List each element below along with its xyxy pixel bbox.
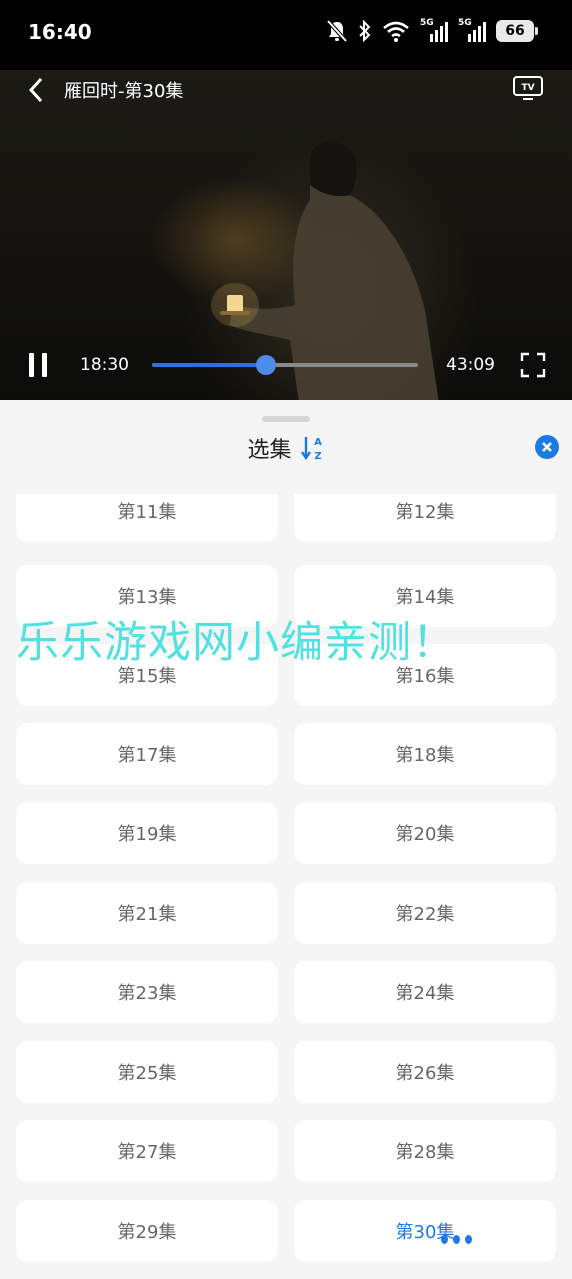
episode-item[interactable]: 第22集 [294,882,556,944]
episode-label: 第27集 [117,1142,177,1163]
progress-bar[interactable] [152,355,418,375]
episode-label: 第26集 [395,1063,455,1084]
player-controls: 18:30 43:09 [0,340,572,392]
close-icon [542,442,552,452]
current-time: 18:30 [80,355,129,375]
status-bar: 16:40 5G 5G 66 [0,0,572,70]
episode-label: 第17集 [117,745,177,766]
episode-item[interactable]: 第25集 [16,1041,278,1103]
status-icons: 5G 5G 66 [326,18,538,44]
pause-button[interactable] [26,352,50,378]
player-top-bar: 雁回时-第30集 TV [0,70,572,110]
video-title: 雁回时-第30集 [64,81,184,102]
episode-label: 第13集 [117,587,177,608]
episode-label: 第18集 [395,745,455,766]
video-player[interactable]: 雁回时-第30集 TV 18:30 43:09 [0,70,572,400]
episode-label: 第22集 [395,904,455,925]
chevron-left-icon [28,77,43,103]
playing-indicator-icon [441,1235,472,1244]
total-time: 43:09 [446,355,495,375]
episode-item[interactable]: 第18集 [294,723,556,785]
episode-item[interactable]: 第12集 [294,494,556,542]
bluetooth-icon [359,19,371,43]
episode-label: 第20集 [395,824,455,845]
episode-label: 第25集 [117,1063,177,1084]
progress-fill [152,363,267,367]
cast-tv-button[interactable]: TV [512,74,544,102]
episode-sheet: 选集 A Z 第11集 第12集 第13集 第14集 第15集 第16集 第17… [0,400,572,1279]
episode-label: 第29集 [117,1222,177,1243]
sheet-handle[interactable] [262,416,310,422]
episode-item[interactable]: 第23集 [16,961,278,1023]
episode-item-current[interactable]: 第30集 [294,1200,556,1262]
episode-item[interactable]: 第19集 [16,802,278,864]
sheet-header: 选集 A Z [0,432,572,468]
sort-az-icon[interactable]: A Z [300,434,325,462]
watermark-text: 乐乐游戏网小编亲测！ [16,618,456,668]
episode-item[interactable]: 第27集 [16,1120,278,1182]
episode-item[interactable]: 第24集 [294,961,556,1023]
mute-icon [326,19,348,43]
episode-item[interactable]: 第26集 [294,1041,556,1103]
sheet-title: 选集 [247,438,292,463]
close-button[interactable] [535,435,559,459]
episode-label: 第12集 [395,502,455,523]
back-button[interactable] [24,76,48,104]
episode-label: 第24集 [395,983,455,1004]
episode-label: 第23集 [117,983,177,1004]
pause-icon [29,353,47,377]
episode-label: 第21集 [117,904,177,925]
sort-label-top: A [314,437,322,448]
sort-label-bottom: Z [314,451,321,462]
signal-5g-icon: 5G [458,18,486,44]
episode-label: 第14集 [395,587,455,608]
battery-icon: 66 [496,20,538,42]
episode-item[interactable]: 第20集 [294,802,556,864]
progress-handle[interactable] [256,355,277,375]
status-time: 16:40 [28,20,92,44]
signal-5g-icon: 5G [420,18,448,44]
tv-icon: TV [513,76,543,100]
episode-item[interactable]: 第17集 [16,723,278,785]
episode-label: 第11集 [117,502,177,523]
episode-item[interactable]: 第29集 [16,1200,278,1262]
fullscreen-icon [520,352,546,378]
fullscreen-button[interactable] [520,352,546,378]
episode-item[interactable]: 第28集 [294,1120,556,1182]
tv-icon-label: TV [521,83,534,93]
episode-item[interactable]: 第21集 [16,882,278,944]
episode-label: 第19集 [117,824,177,845]
episode-label: 第28集 [395,1142,455,1163]
episode-item[interactable]: 第11集 [16,494,278,542]
wifi-icon [383,21,409,42]
